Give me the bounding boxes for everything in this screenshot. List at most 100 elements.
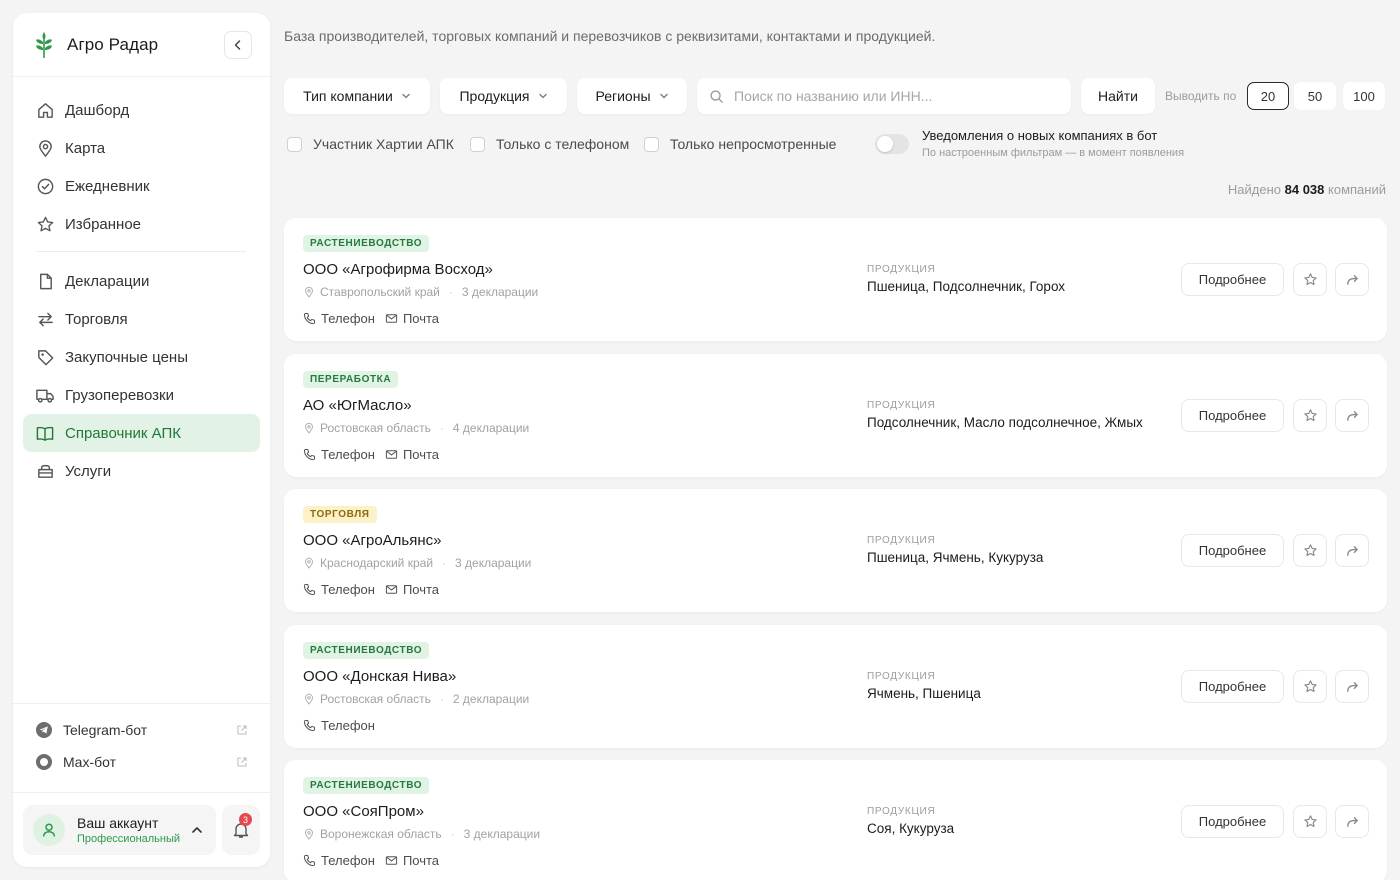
email-contact[interactable]: Почта [385,447,439,462]
company-category-tag: РАСТЕНИЕВОДСТВО [303,641,430,659]
company-declarations: 3 декларации [461,285,539,299]
map-pin-icon [304,828,314,840]
phone-contact[interactable]: Телефон [303,718,385,733]
products-label: ПРОДУКЦИЯ [867,535,936,546]
company-name[interactable]: ООО «СояПром» [303,803,424,820]
nav-item-map[interactable]: Карта [23,129,260,167]
charter-member-checkbox[interactable]: Участник Хартии АПК [287,136,454,152]
favorite-button[interactable] [1293,534,1327,567]
nav-item-apk-directory[interactable]: Справочник АПК [23,414,260,452]
details-button[interactable]: Подробнее [1181,669,1284,703]
products-dropdown[interactable]: Продукция [440,78,567,114]
email-contact[interactable]: Почта [385,582,439,597]
search-box [697,78,1071,114]
company-name[interactable]: АО «ЮгМасло» [303,397,412,414]
per-page-50-button[interactable]: 50 [1294,82,1336,110]
notifications-button[interactable]: 3 [222,805,260,855]
unviewed-checkbox[interactable]: Только непросмотренные [644,136,836,152]
with-phone-checkbox[interactable]: Только с телефоном [470,136,629,152]
favorite-button[interactable] [1293,669,1327,703]
share-button[interactable] [1335,669,1369,703]
star-icon [1303,273,1317,286]
company-region: Ростовская область [320,420,431,435]
search-icon [710,89,723,103]
email-label: Почта [402,853,440,868]
home-icon [35,100,55,120]
share-button[interactable] [1335,805,1369,838]
company-card: РАСТЕНИЕВОДСТВО ООО «СояПром» Воронежска… [284,760,1387,880]
details-button[interactable]: Подробнее [1181,534,1284,567]
find-button[interactable]: Найти [1081,78,1155,114]
nav-item-label: Ежедневник [65,177,150,195]
phone-contact[interactable]: Телефон [303,447,385,462]
nav-item-declarations[interactable]: Декларации [23,262,260,300]
nav-item-services[interactable]: Услуги [23,452,260,490]
company-category-tag: РАСТЕНИЕВОДСТВО [303,777,430,794]
company-products: Подсолнечник, Масло подсолнечное, Жмых [867,414,1143,430]
company-meta: Ростовская область · 2 декларации [303,692,529,706]
nav-item-favorites[interactable]: Избранное [23,205,260,243]
wheat-logo-icon [36,31,52,58]
email-contact[interactable]: Почта [385,311,439,326]
star-icon [1303,815,1317,828]
per-page-100-button[interactable]: 100 [1343,82,1385,110]
swap-arrows-icon [35,309,55,329]
collapse-sidebar-button[interactable] [224,30,252,59]
details-button[interactable]: Подробнее [1181,263,1284,296]
favorite-button[interactable] [1293,398,1327,432]
bot-links: Telegram-бот Max-бот [13,703,270,778]
phone-contact[interactable]: Телефон [303,853,385,868]
notification-count-badge: 3 [239,813,252,826]
share-button[interactable] [1335,263,1369,296]
max-bot-link[interactable]: Max-бот [23,746,260,778]
meta-separator: · [448,285,453,299]
phone-contact[interactable]: Телефон [303,582,385,597]
map-pin-icon [35,138,55,158]
dropdown-label: Тип компании [303,88,393,104]
nav-item-dashboard[interactable]: Дашборд [23,91,260,129]
chevron-down-icon [659,93,668,99]
per-page-20-button[interactable]: 20 [1247,82,1289,110]
details-button[interactable]: Подробнее [1181,805,1284,838]
phone-contact[interactable]: Телефон [303,311,385,326]
meta-separator: · [439,691,444,706]
page-subtitle: База производителей, торговых компаний и… [284,28,936,44]
company-type-dropdown[interactable]: Тип компании [284,78,430,114]
nav-item-purchase-prices[interactable]: Закупочные цены [23,338,260,376]
favorite-button[interactable] [1293,805,1327,838]
chevron-down-icon [538,93,547,99]
share-button[interactable] [1335,534,1369,567]
chevron-up-icon [192,827,202,833]
favorite-button[interactable] [1293,263,1327,296]
per-page-label: Выводить по [1165,89,1237,103]
map-pin-icon [304,422,314,434]
share-button[interactable] [1335,398,1369,432]
account-menu-button[interactable]: Ваш аккаунт Профессиональный [23,805,216,855]
search-input[interactable] [734,88,1054,104]
share-arrow-icon [1346,546,1358,556]
nav-item-label: Карта [65,139,106,157]
notifications-title: Уведомления о новых компаниях в бот [922,128,1158,143]
bot-notifications-toggle[interactable] [875,134,909,154]
tag-icon [35,347,55,367]
products-label: ПРОДУКЦИЯ [867,264,936,275]
details-button[interactable]: Подробнее [1181,398,1284,432]
avatar [33,814,65,846]
checkbox-label: Участник Хартии АПК [313,136,454,152]
nav-item-planner[interactable]: Ежедневник [23,167,260,205]
regions-dropdown[interactable]: Регионы [577,78,687,114]
company-products: Соя, Кукуруза [867,821,955,836]
telegram-bot-link[interactable]: Telegram-бот [23,714,260,746]
company-region: Краснодарский край [320,556,434,570]
company-name[interactable]: ООО «АгроАльянс» [303,532,442,549]
company-name[interactable]: ООО «Донская Нива» [303,668,456,685]
products-label: ПРОДУКЦИЯ [867,806,936,817]
email-contact[interactable]: Почта [385,853,439,868]
filter-checkboxes: Участник Хартии АПК Только с телефоном Т… [284,128,1388,164]
telegram-icon [36,722,52,738]
company-name[interactable]: ООО «Агрофирма Восход» [303,261,493,278]
company-contacts: Телефон Почта [303,447,439,462]
nav-item-trade[interactable]: Торговля [23,300,260,338]
nav-item-freight[interactable]: Грузоперевозки [23,376,260,414]
dropdown-label: Регионы [595,88,651,104]
